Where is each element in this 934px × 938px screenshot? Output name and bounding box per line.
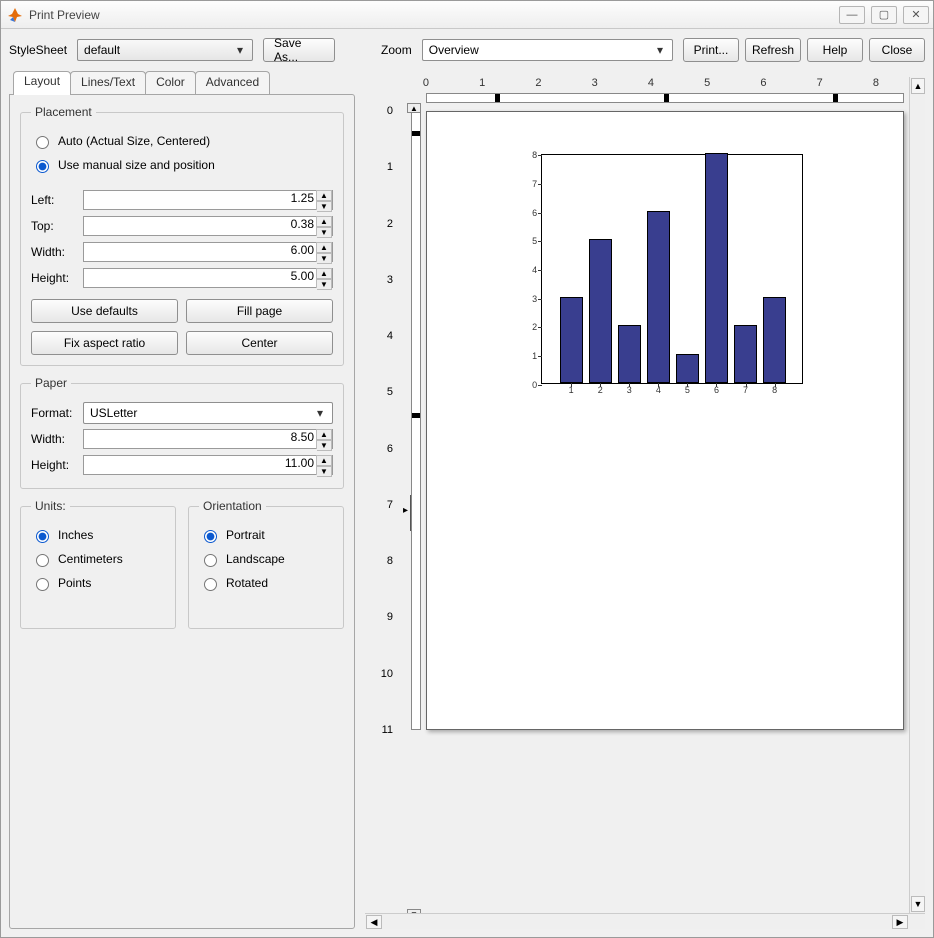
chart-axes: 01234567812345678 (541, 154, 803, 383)
orientation-rotated-radio[interactable] (204, 578, 217, 591)
height-input[interactable]: 5.00▲▼ (83, 268, 333, 288)
tab-lines[interactable]: Lines/Text (70, 71, 146, 95)
top-input[interactable]: 0.38▲▼ (83, 216, 333, 236)
fill-page-button[interactable]: Fill page (186, 299, 333, 323)
paper-height-input[interactable]: 11.00▲▼ (83, 455, 333, 475)
spin-down-icon: ▼ (317, 201, 332, 212)
minimize-button[interactable]: — (839, 6, 865, 24)
save-as-button[interactable]: Save As... (263, 38, 335, 62)
help-button[interactable]: Help (807, 38, 863, 62)
matlab-icon (7, 7, 23, 23)
vertical-ruler-labels: 01234567891011 (365, 109, 395, 913)
stylesheet-label: StyleSheet (9, 43, 67, 57)
figure-preview: 01234567812345678 (497, 133, 835, 414)
width-input[interactable]: 6.00▲▼ (83, 242, 333, 262)
titlebar: Print Preview — ▢ ✕ (1, 1, 933, 29)
stylesheet-dropdown[interactable]: default▾ (77, 39, 253, 61)
units-inches-radio[interactable] (36, 530, 49, 543)
close-window-button[interactable]: ✕ (903, 6, 929, 24)
paper-format-dropdown[interactable]: USLetter▾ (83, 402, 333, 424)
zoom-dropdown[interactable]: Overview▾ (422, 39, 673, 61)
bar (705, 153, 728, 382)
paper-group: Paper Format: USLetter▾ Width:8.50▲▼ Hei… (20, 376, 344, 489)
tab-layout[interactable]: Layout (13, 71, 71, 95)
orientation-landscape-radio[interactable] (204, 554, 217, 567)
units-group: Units: Inches Centimeters Points (20, 499, 176, 629)
horizontal-scrollbar[interactable]: ◀ ▶ (365, 913, 925, 929)
refresh-button[interactable]: Refresh (745, 38, 801, 62)
horizontal-ruler[interactable]: 012345678 (421, 77, 909, 103)
paper-preview: 01234567812345678 (426, 111, 904, 730)
units-cm-radio[interactable] (36, 554, 49, 567)
scroll-up-icon: ▲ (911, 78, 925, 94)
fix-aspect-button[interactable]: Fix aspect ratio (31, 331, 178, 355)
center-button[interactable]: Center (186, 331, 333, 355)
vertical-scrollbar[interactable]: ▲ ▼ (909, 77, 925, 913)
ruler-handle-icon[interactable] (410, 495, 411, 531)
zoom-label: Zoom (381, 43, 412, 57)
placement-manual-radio[interactable] (36, 160, 49, 173)
print-preview-window: Print Preview — ▢ ✕ StyleSheet default▾ … (0, 0, 934, 938)
tab-color[interactable]: Color (145, 71, 196, 95)
bar (618, 325, 641, 382)
window-title: Print Preview (29, 8, 839, 22)
preview-area: 01234567812345678 (421, 109, 909, 913)
bar (763, 297, 786, 383)
vertical-ruler[interactable]: ▲ ▼ (395, 109, 421, 913)
orientation-group: Orientation Portrait Landscape Rotated (188, 499, 344, 629)
spin-up-icon: ▲ (317, 190, 332, 201)
bar (734, 325, 757, 382)
chevron-down-icon: ▾ (232, 43, 248, 57)
scroll-left-icon: ◀ (366, 915, 382, 929)
chevron-down-icon: ▾ (652, 43, 668, 57)
maximize-button[interactable]: ▢ (871, 6, 897, 24)
scroll-down-icon: ▼ (911, 896, 925, 912)
placement-auto-radio[interactable] (36, 136, 49, 149)
chevron-down-icon: ▾ (312, 406, 328, 420)
bar (676, 354, 699, 383)
orientation-portrait-radio[interactable] (204, 530, 217, 543)
bar (589, 239, 612, 382)
tab-advanced[interactable]: Advanced (195, 71, 270, 95)
bar (647, 211, 670, 383)
print-button[interactable]: Print... (683, 38, 739, 62)
ruler-up-icon[interactable]: ▲ (407, 103, 421, 113)
close-button[interactable]: Close (869, 38, 925, 62)
left-input[interactable]: 1.25▲▼ (83, 190, 333, 210)
units-points-radio[interactable] (36, 578, 49, 591)
use-defaults-button[interactable]: Use defaults (31, 299, 178, 323)
paper-width-input[interactable]: 8.50▲▼ (83, 429, 333, 449)
placement-group: Placement Auto (Actual Size, Centered) U… (20, 105, 344, 366)
scroll-right-icon: ▶ (892, 915, 908, 929)
bar (560, 297, 583, 383)
